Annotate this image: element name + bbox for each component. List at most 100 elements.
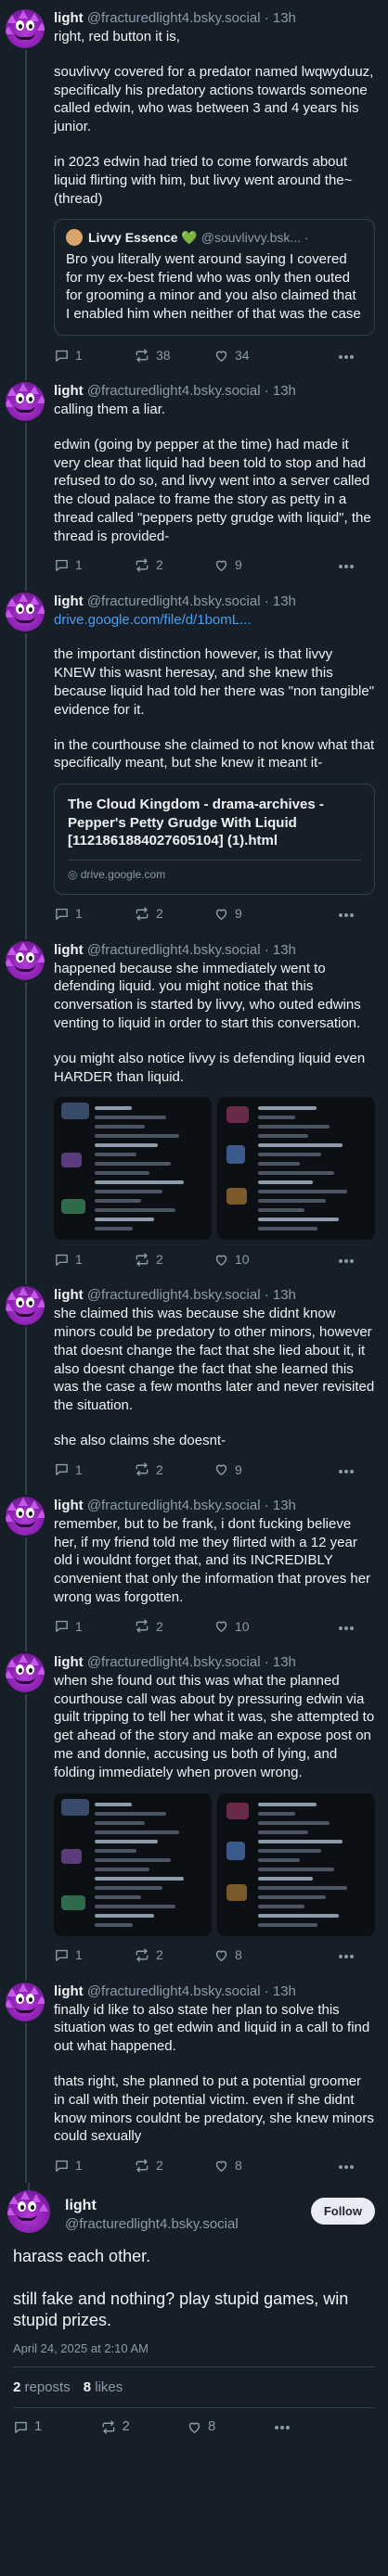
reply-button[interactable]: 1 bbox=[54, 1618, 134, 1635]
repost-button[interactable]: 38 bbox=[134, 347, 213, 363]
like-button[interactable]: 34 bbox=[213, 347, 293, 363]
author-handle[interactable]: @fracturedlight4.bsky.social bbox=[87, 383, 261, 399]
author-name[interactable]: light bbox=[54, 1498, 84, 1513]
reply-button[interactable]: 1 bbox=[54, 1251, 134, 1268]
post-link[interactable]: drive.google.com/file/d/1bomL... bbox=[54, 611, 375, 630]
thread-post[interactable]: light @fracturedlight4.bsky.social · 13h… bbox=[0, 1643, 388, 1973]
author-handle[interactable]: @fracturedlight4.bsky.social bbox=[87, 1654, 261, 1670]
more-button[interactable] bbox=[338, 1251, 360, 1268]
author-handle[interactable]: @fracturedlight4.bsky.social bbox=[87, 10, 261, 26]
author-name[interactable]: light bbox=[54, 1654, 84, 1670]
post-time[interactable]: 13h bbox=[273, 10, 296, 26]
like-count: 9 bbox=[235, 557, 242, 573]
post-header: light @fracturedlight4.bsky.social · 13h bbox=[54, 9, 375, 28]
post-time[interactable]: 13h bbox=[273, 383, 296, 399]
link-card[interactable]: The Cloud Kingdom - drama-archives - Pep… bbox=[54, 784, 375, 895]
post-time[interactable]: 13h bbox=[273, 593, 296, 609]
attached-image[interactable] bbox=[54, 1097, 212, 1241]
author-handle[interactable]: @fracturedlight4.bsky.social bbox=[87, 1287, 261, 1303]
author-name[interactable]: light bbox=[54, 1983, 84, 1999]
more-button[interactable] bbox=[274, 2417, 361, 2436]
reply-button[interactable]: 1 bbox=[54, 556, 134, 573]
author-handle[interactable]: @fracturedlight4.bsky.social bbox=[87, 942, 261, 958]
quoted-post[interactable]: Livvy Essence 💚 @souvlivvy.bsk... · Bro … bbox=[54, 219, 375, 337]
thread-post[interactable]: light @fracturedlight4.bsky.social · 13h… bbox=[0, 0, 388, 374]
author-handle[interactable]: @fracturedlight4.bsky.social bbox=[87, 1498, 261, 1513]
reply-button[interactable]: 1 bbox=[54, 1946, 134, 1963]
more-button[interactable] bbox=[338, 2157, 360, 2174]
image-gallery[interactable] bbox=[54, 1792, 375, 1936]
avatar[interactable] bbox=[7, 2190, 50, 2234]
like-button[interactable]: 8 bbox=[213, 1946, 293, 1963]
like-count: 8 bbox=[235, 2157, 242, 2173]
author-handle[interactable]: @fracturedlight4.bsky.social bbox=[87, 593, 261, 609]
post-time[interactable]: 13h bbox=[273, 1983, 296, 1999]
author-name[interactable]: light bbox=[54, 383, 84, 399]
author-name[interactable]: light bbox=[54, 1287, 84, 1303]
like-button[interactable]: 8 bbox=[187, 2417, 274, 2436]
thread-post[interactable]: light @fracturedlight4.bsky.social · 13h… bbox=[0, 931, 388, 1278]
author-name[interactable]: light bbox=[54, 593, 84, 609]
thread-post[interactable]: light @fracturedlight4.bsky.social · 13h… bbox=[0, 1486, 388, 1644]
post-paragraph: she also claims she doesnt- bbox=[54, 1433, 226, 1449]
thread-post[interactable]: light @fracturedlight4.bsky.social · 13h… bbox=[0, 373, 388, 583]
like-count: 10 bbox=[235, 1618, 250, 1634]
author-name[interactable]: light bbox=[54, 10, 84, 26]
repost-button[interactable]: 2 bbox=[134, 1618, 213, 1635]
reply-button[interactable]: 1 bbox=[54, 1461, 134, 1478]
reply-button[interactable]: 1 bbox=[54, 2157, 134, 2174]
repost-button[interactable]: 2 bbox=[134, 2157, 213, 2174]
like-count: 34 bbox=[235, 347, 250, 363]
post-actions: 1 2 9 bbox=[54, 904, 375, 925]
more-button[interactable] bbox=[338, 347, 360, 363]
more-button[interactable] bbox=[338, 1946, 360, 1963]
like-button[interactable]: 9 bbox=[213, 556, 293, 573]
avatar[interactable] bbox=[6, 1286, 45, 1326]
attached-image[interactable] bbox=[217, 1097, 375, 1241]
more-button[interactable] bbox=[338, 556, 360, 573]
avatar[interactable] bbox=[6, 940, 45, 980]
more-button[interactable] bbox=[338, 905, 360, 922]
thread-post[interactable]: light @fracturedlight4.bsky.social · 13h… bbox=[0, 1277, 388, 1487]
avatar[interactable] bbox=[6, 592, 45, 631]
reply-button[interactable]: 1 bbox=[54, 905, 134, 922]
post-time[interactable]: 13h bbox=[273, 1287, 296, 1303]
author-name[interactable]: light bbox=[54, 942, 84, 958]
post-time[interactable]: 13h bbox=[273, 942, 296, 958]
post-date[interactable]: April 24, 2025 at 2:10 AM bbox=[13, 2340, 375, 2356]
repost-button[interactable]: 2 bbox=[134, 1946, 213, 1963]
like-button[interactable]: 8 bbox=[213, 2157, 293, 2174]
avatar[interactable] bbox=[6, 9, 45, 48]
reply-button[interactable]: 1 bbox=[13, 2417, 100, 2436]
post-time[interactable]: 13h bbox=[273, 1498, 296, 1513]
like-button[interactable]: 10 bbox=[213, 1618, 293, 1635]
like-button[interactable]: 9 bbox=[213, 905, 293, 922]
likes-stat[interactable]: 8 likes bbox=[84, 2379, 136, 2395]
post-time[interactable]: 13h bbox=[273, 1654, 296, 1670]
like-button[interactable]: 9 bbox=[213, 1461, 293, 1478]
repost-button[interactable]: 2 bbox=[134, 1251, 213, 1268]
repost-button[interactable]: 2 bbox=[134, 556, 213, 573]
attached-image[interactable] bbox=[54, 1792, 212, 1936]
avatar[interactable] bbox=[6, 1982, 45, 2021]
reposts-stat[interactable]: 2 reposts bbox=[13, 2379, 84, 2395]
author-handle[interactable]: @fracturedlight4.bsky.social bbox=[87, 1983, 261, 1999]
follow-button[interactable]: Follow bbox=[310, 2198, 375, 2225]
repost-button[interactable]: 2 bbox=[134, 905, 213, 922]
repost-button[interactable]: 2 bbox=[134, 1461, 213, 1478]
thread-post[interactable]: light @fracturedlight4.bsky.social · 13h… bbox=[0, 582, 388, 932]
more-button[interactable] bbox=[338, 1461, 360, 1478]
like-button[interactable]: 10 bbox=[213, 1251, 293, 1268]
image-gallery[interactable] bbox=[54, 1097, 375, 1241]
link-card-domain-text: drive.google.com bbox=[80, 867, 166, 881]
avatar[interactable] bbox=[6, 1496, 45, 1536]
repost-button[interactable]: 2 bbox=[100, 2417, 188, 2436]
thread-post[interactable]: light @fracturedlight4.bsky.social · 13h… bbox=[0, 1972, 388, 2184]
reply-button[interactable]: 1 bbox=[54, 347, 134, 363]
more-button[interactable] bbox=[338, 1618, 360, 1635]
attached-image[interactable] bbox=[217, 1792, 375, 1936]
more-icon bbox=[338, 905, 360, 922]
post-paragraph: right, red button it is, bbox=[54, 29, 180, 45]
avatar[interactable] bbox=[6, 382, 45, 422]
avatar[interactable] bbox=[6, 1652, 45, 1692]
